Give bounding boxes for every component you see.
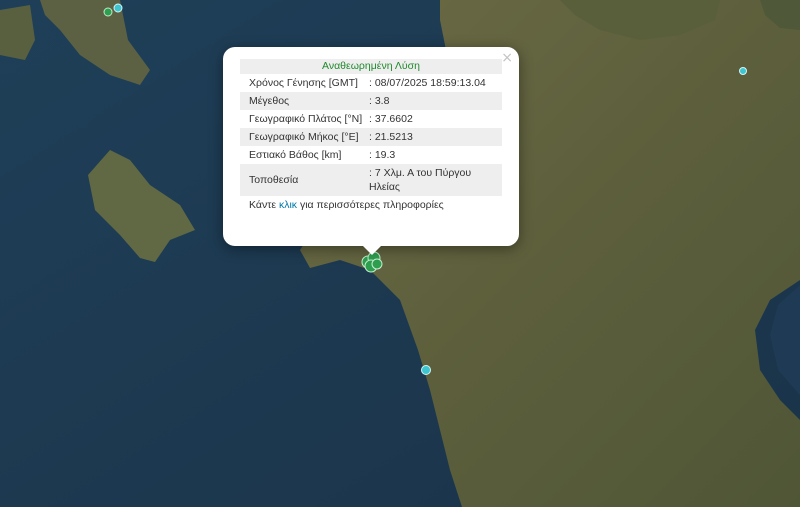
location-value: : 7 Χλμ. Α του Πύργου Ηλείας (367, 164, 502, 196)
location-label: Τοποθεσία (240, 164, 367, 196)
earthquake-marker (421, 365, 431, 375)
earthquake-details-table: Αναθεωρημένη Λύση Χρόνος Γένησης [GMT] : … (240, 59, 502, 196)
earthquake-marker (103, 7, 113, 17)
more-info-suffix: για περισσότερες πληροφορίες (297, 199, 444, 211)
origin-time-value: : 08/07/2025 18:59:13.04 (369, 77, 486, 89)
earthquake-info-popup: × Αναθεωρημένη Λύση Χρόνος Γένησης [GMT]… (223, 47, 519, 246)
more-info-prefix: Κάντε (249, 199, 279, 211)
latitude-value: : 37.6602 (369, 113, 413, 125)
more-info-link[interactable]: κλικ (279, 199, 297, 211)
origin-time-label: Χρόνος Γένησης [GMT] (249, 77, 358, 89)
popup-title: Αναθεωρημένη Λύση (240, 59, 502, 74)
more-info-line: Κάντε κλικ για περισσότερες πληροφορίες (240, 199, 502, 211)
close-icon[interactable]: × (501, 50, 513, 66)
magnitude-label: Μέγεθος (240, 92, 367, 110)
depth-value: : 19.3 (369, 149, 396, 161)
earthquake-marker (739, 67, 747, 75)
magnitude-value: : 3.8 (367, 92, 502, 110)
popup-tip (362, 245, 382, 255)
depth-label: Εστιακό Βάθος [km] (249, 149, 342, 161)
earthquake-marker (113, 3, 123, 13)
longitude-label: Γεωγραφικό Μήκος [°E] (240, 128, 367, 146)
longitude-value: : 21.5213 (367, 128, 502, 146)
latitude-label: Γεωγραφικό Πλάτος [°N] (249, 113, 363, 125)
